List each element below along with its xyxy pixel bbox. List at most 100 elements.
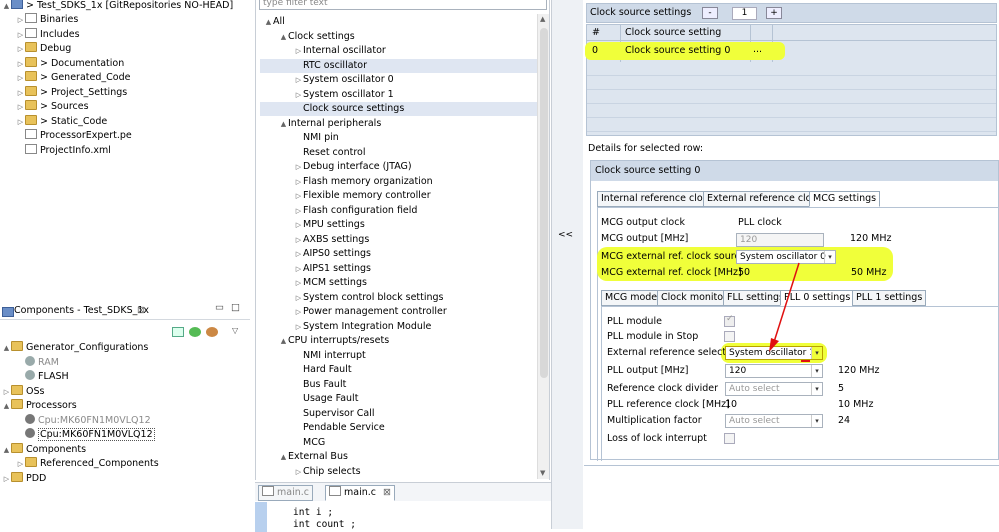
pll-output-select[interactable]: 120 ▾ bbox=[725, 364, 823, 378]
inspector-tree-item[interactable]: Hard Fault bbox=[260, 363, 537, 377]
expand-arrow-icon[interactable]: ▲ bbox=[279, 334, 288, 348]
expand-arrow-icon[interactable]: ▷ bbox=[16, 457, 25, 471]
scroll-up-icon[interactable]: ▲ bbox=[540, 12, 545, 26]
collapse-arrow-icon[interactable]: ▲ bbox=[2, 0, 11, 13]
inspector-tree-item[interactable]: Pendable Service bbox=[260, 421, 537, 435]
expand-arrow-icon[interactable]: ▷ bbox=[294, 465, 303, 479]
expand-arrow-icon[interactable]: ▲ bbox=[279, 30, 288, 44]
inspector-tree-item[interactable]: ▷ Flash configuration field bbox=[260, 204, 537, 218]
row-more-button[interactable]: ... bbox=[753, 43, 762, 57]
expand-arrow-icon[interactable]: ▷ bbox=[294, 305, 303, 319]
component-tree-item[interactable]: ▲ Generator_Configurations bbox=[2, 341, 148, 355]
editor-tab-main-c[interactable]: main.c bbox=[258, 485, 313, 501]
inspector-tree-item[interactable]: ▷ Power management controller bbox=[260, 305, 537, 319]
inspector-tree-item[interactable]: ▷ Internal oscillator bbox=[260, 44, 537, 58]
component-tree-item[interactable]: FLASH bbox=[16, 370, 69, 384]
expand-arrow-icon[interactable]: ▷ bbox=[294, 262, 303, 276]
expand-arrow-icon[interactable]: ▷ bbox=[16, 13, 25, 27]
loss-lock-checkbox[interactable] bbox=[724, 433, 735, 444]
inspector-tree-item[interactable]: NMI pin bbox=[260, 131, 537, 145]
component-tree-item[interactable]: ▷ Referenced_Components bbox=[16, 457, 159, 471]
inspector-tree-item[interactable]: MCG bbox=[260, 436, 537, 450]
inspector-tree-item[interactable]: ▷ System Integration Module bbox=[260, 320, 537, 334]
inspector-tree-item[interactable]: NMI interrupt bbox=[260, 349, 537, 363]
inspector-tree-item[interactable]: ▲ Clock settings bbox=[260, 30, 537, 44]
expand-arrow-icon[interactable]: ▷ bbox=[294, 276, 303, 290]
expand-arrow-icon[interactable]: ▷ bbox=[294, 189, 303, 203]
inspector-tree-item[interactable]: ▷ System control block settings bbox=[260, 291, 537, 305]
close-icon[interactable]: ⊠ bbox=[137, 304, 145, 318]
maximize-icon[interactable]: □ bbox=[231, 301, 240, 315]
expand-arrow-icon[interactable]: ▲ bbox=[264, 15, 273, 29]
inspector-tree-item[interactable]: Clock source settings bbox=[260, 102, 537, 116]
inspector-tree-item[interactable]: ▷ MCM settings bbox=[260, 276, 537, 290]
project-tree-item[interactable]: ▷ > Documentation bbox=[16, 56, 124, 71]
mult-select[interactable]: Auto select ▾ bbox=[725, 414, 823, 428]
view-menu-icon[interactable]: ▽ bbox=[232, 324, 238, 338]
tab-clock-monitor[interactable]: Clock monitor bbox=[657, 290, 731, 306]
project-tree-item[interactable]: ▷ > Static_Code bbox=[16, 114, 107, 129]
inspector-tree-item[interactable]: ▷ Debug interface (JTAG) bbox=[260, 160, 537, 174]
expand-arrow-icon[interactable]: ▷ bbox=[294, 291, 303, 305]
minus-button[interactable]: - bbox=[702, 7, 718, 19]
inspector-tree-item[interactable]: ▲ Internal peripherals bbox=[260, 117, 537, 131]
scroll-down-icon[interactable]: ▼ bbox=[540, 466, 545, 480]
project-tree-item[interactable]: ▷ > Sources bbox=[16, 100, 89, 114]
expand-arrow-icon[interactable]: ▷ bbox=[2, 472, 11, 486]
component-tree-item[interactable]: ▷ OSs bbox=[2, 384, 44, 399]
expand-arrow-icon[interactable]: ▲ bbox=[2, 443, 11, 457]
chevron-down-icon[interactable]: ▾ bbox=[824, 251, 835, 263]
expand-arrow-icon[interactable]: ▲ bbox=[2, 399, 11, 413]
tree-scrollbar[interactable]: ▲ ▼ bbox=[537, 14, 549, 479]
inspector-tree-item[interactable]: ▷ System oscillator 1 bbox=[260, 88, 537, 102]
component-tree-item[interactable]: ▷ PDD bbox=[2, 471, 46, 486]
inspector-tree-item[interactable]: ▷ MPU settings bbox=[260, 218, 537, 232]
inspector-tree-item[interactable]: ▲ CPU interrupts/resets bbox=[260, 334, 537, 348]
collapse-button[interactable]: << bbox=[558, 228, 573, 242]
expand-arrow-icon[interactable]: ▲ bbox=[279, 450, 288, 464]
inspector-tree-item[interactable]: ▷ AIPS1 settings bbox=[260, 262, 537, 276]
component-tree-item[interactable]: ▲ Processors bbox=[2, 399, 77, 413]
expand-arrow-icon[interactable]: ▷ bbox=[16, 100, 25, 114]
expand-arrow-icon[interactable]: ▷ bbox=[16, 71, 25, 85]
expand-arrow-icon[interactable]: ▷ bbox=[16, 28, 25, 42]
tab-external-ref-clock[interactable]: External reference clock bbox=[703, 191, 827, 207]
project-tree-item[interactable]: ProjectInfo.xml bbox=[16, 143, 111, 158]
pll-module-checkbox[interactable]: ✓ bbox=[724, 314, 735, 327]
pll-stop-checkbox[interactable] bbox=[724, 331, 735, 342]
expand-arrow-icon[interactable]: ▷ bbox=[294, 73, 303, 87]
tab-mcg-mode[interactable]: MCG mode bbox=[601, 290, 662, 306]
code-line[interactable]: int count ; bbox=[293, 518, 356, 532]
inspector-tree-item[interactable]: Usage Fault bbox=[260, 392, 537, 406]
inspector-tree-item[interactable]: ▷ Flexible memory controller bbox=[260, 189, 537, 203]
inspector-tree-item[interactable]: ▷ System oscillator 0 bbox=[260, 73, 537, 87]
scroll-thumb[interactable] bbox=[540, 28, 548, 378]
expand-arrow-icon[interactable]: ▷ bbox=[294, 204, 303, 218]
expand-arrow-icon[interactable]: ▷ bbox=[16, 86, 25, 100]
chevron-down-icon[interactable]: ▾ bbox=[811, 383, 822, 395]
count-input[interactable]: 1 bbox=[732, 7, 757, 20]
expand-arrow-icon[interactable]: ▷ bbox=[294, 247, 303, 261]
expand-arrow-icon[interactable]: ▷ bbox=[294, 175, 303, 189]
expand-arrow-icon[interactable]: ▷ bbox=[16, 115, 25, 129]
filter-input[interactable]: type filter text bbox=[259, 0, 547, 10]
chevron-down-icon[interactable]: ▾ bbox=[811, 365, 822, 377]
project-root[interactable]: ▲ > Test_SDKS_1x [GitRepositories NO-HEAD… bbox=[2, 0, 233, 13]
inspector-tree-item[interactable]: RTC oscillator bbox=[260, 58, 537, 73]
component-tree-item[interactable]: ▲ Components bbox=[2, 442, 86, 457]
expand-arrow-icon[interactable]: ▷ bbox=[294, 44, 303, 58]
expand-arrow-icon[interactable]: ▷ bbox=[2, 385, 11, 399]
divider-select[interactable]: Auto select ▾ bbox=[725, 382, 823, 396]
inspector-tree-item[interactable]: ▷ Flash memory organization bbox=[260, 175, 537, 189]
project-tree-item[interactable]: ▷ > Generated_Code bbox=[16, 71, 130, 85]
project-tree-item[interactable]: ▷ > Project_Settings bbox=[16, 85, 127, 100]
tab-internal-ref-clock[interactable]: Internal reference clock bbox=[597, 191, 718, 207]
collapse-all-icon[interactable] bbox=[172, 327, 184, 337]
inspector-tree-item[interactable]: ▷ Chip selects bbox=[260, 465, 537, 479]
component-tree-item[interactable]: Cpu:MK60FN1M0VLQ12 bbox=[16, 428, 155, 442]
inspector-tree-item[interactable]: ▷ AXBS settings bbox=[260, 233, 537, 247]
editor-tab-main-c-active[interactable]: main.c ⊠ bbox=[325, 485, 395, 501]
table-row[interactable]: 0 Clock source setting 0 ... bbox=[585, 42, 785, 60]
chevron-down-icon[interactable]: ▾ bbox=[811, 347, 822, 359]
inspector-tree-item[interactable]: Supervisor Call bbox=[260, 407, 537, 421]
